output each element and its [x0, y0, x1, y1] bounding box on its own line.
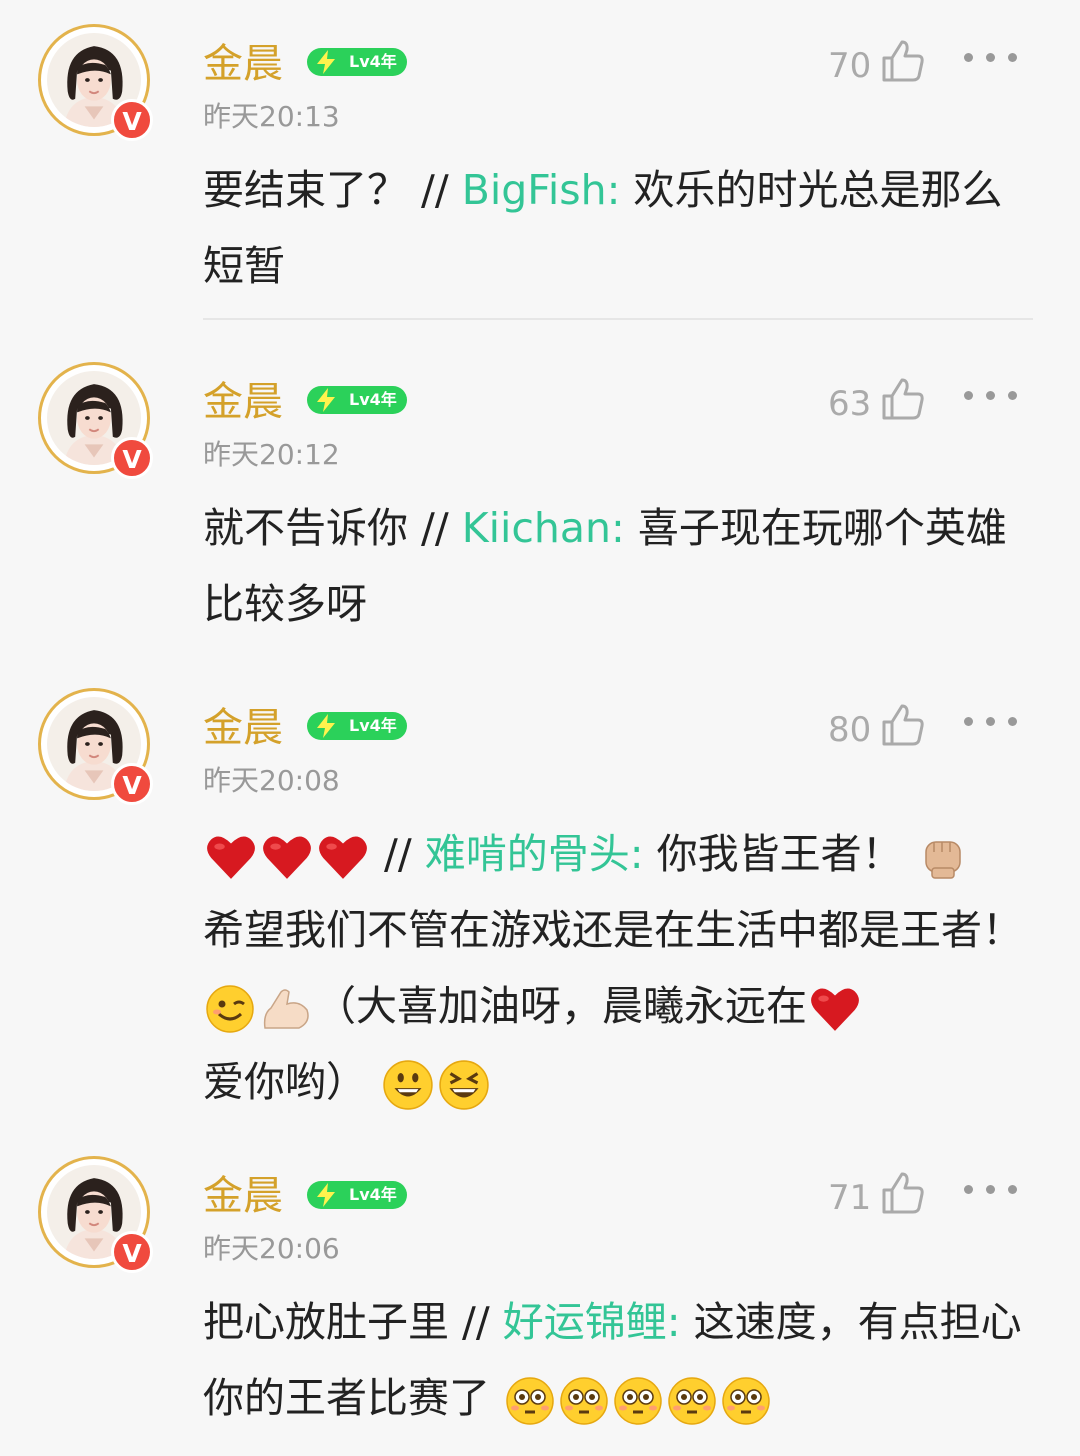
wink-emoji [205, 984, 255, 1034]
username[interactable]: 金晨 [203, 1172, 283, 1220]
thumb-up-icon[interactable] [880, 376, 926, 422]
more-icon[interactable] [960, 1180, 1022, 1200]
grin-emoji [382, 1059, 434, 1111]
timestamp: 昨天20:12 [203, 438, 340, 471]
more-icon[interactable] [960, 48, 1022, 68]
avatar[interactable]: V [38, 362, 153, 479]
username[interactable]: 金晨 [203, 378, 283, 426]
avatar[interactable]: V [38, 24, 153, 141]
more-icon[interactable] [960, 386, 1022, 406]
mention-link[interactable]: BigFish: [462, 166, 621, 214]
bolt-icon [317, 714, 335, 738]
level-badge: Lv4年 [307, 48, 407, 76]
comment-text: 把心放肚子里 // 好运锦鲤: 这速度，有点担心你的王者比赛了 [203, 1284, 1033, 1436]
fist-emoji [924, 841, 961, 879]
flushed-emoji [505, 1376, 555, 1426]
flushed-emoji [613, 1376, 663, 1426]
mention-link[interactable]: 难啃的骨头: [425, 830, 644, 878]
muscle-emoji [263, 989, 309, 1029]
flushed-emoji [559, 1376, 609, 1426]
verified-badge: V [111, 437, 153, 479]
username[interactable]: 金晨 [203, 704, 283, 752]
verified-badge: V [111, 99, 153, 141]
comment-text: // 难啃的骨头: 你我皆王者！ 希望我们不管在游戏还是在生活中都是王者！ （大… [203, 816, 1033, 1120]
username[interactable]: 金晨 [203, 40, 283, 88]
level-badge: Lv4年 [307, 386, 407, 414]
mention-link[interactable]: 好运锦鲤: [503, 1298, 681, 1346]
flushed-emoji [667, 1376, 717, 1426]
timestamp: 昨天20:06 [203, 1232, 340, 1265]
thumb-up-icon[interactable] [880, 38, 926, 84]
verified-badge: V [111, 1231, 153, 1273]
like-count: 70 [828, 46, 872, 86]
bolt-icon [317, 1183, 335, 1207]
like-count: 71 [828, 1178, 872, 1218]
heart-emoji [317, 833, 369, 881]
thumb-up-icon[interactable] [880, 702, 926, 748]
laugh-emoji [438, 1059, 490, 1111]
more-icon[interactable] [960, 712, 1022, 732]
avatar[interactable]: V [38, 1156, 153, 1273]
flushed-emoji [721, 1376, 771, 1426]
bolt-icon [317, 50, 335, 74]
level-badge: Lv4年 [307, 1181, 407, 1209]
heart-emoji [809, 985, 861, 1033]
avatar[interactable]: V [38, 688, 153, 805]
timestamp: 昨天20:13 [203, 100, 340, 133]
like-count: 80 [828, 710, 872, 750]
divider [203, 318, 1033, 320]
thumb-up-icon[interactable] [880, 1170, 926, 1216]
timestamp: 昨天20:08 [203, 764, 340, 797]
level-badge: Lv4年 [307, 712, 407, 740]
heart-emoji [261, 833, 313, 881]
like-count: 63 [828, 384, 872, 424]
verified-badge: V [111, 763, 153, 805]
bolt-icon [317, 388, 335, 412]
comment-text: 就不告诉你 // Kiichan: 喜子现在玩哪个英雄比较多呀 [203, 504, 1007, 628]
comment-text: 要结束了？ // BigFish: 欢乐的时光总是那么短暂 [203, 166, 1003, 290]
mention-link[interactable]: Kiichan: [462, 504, 625, 552]
heart-emoji [205, 833, 257, 881]
